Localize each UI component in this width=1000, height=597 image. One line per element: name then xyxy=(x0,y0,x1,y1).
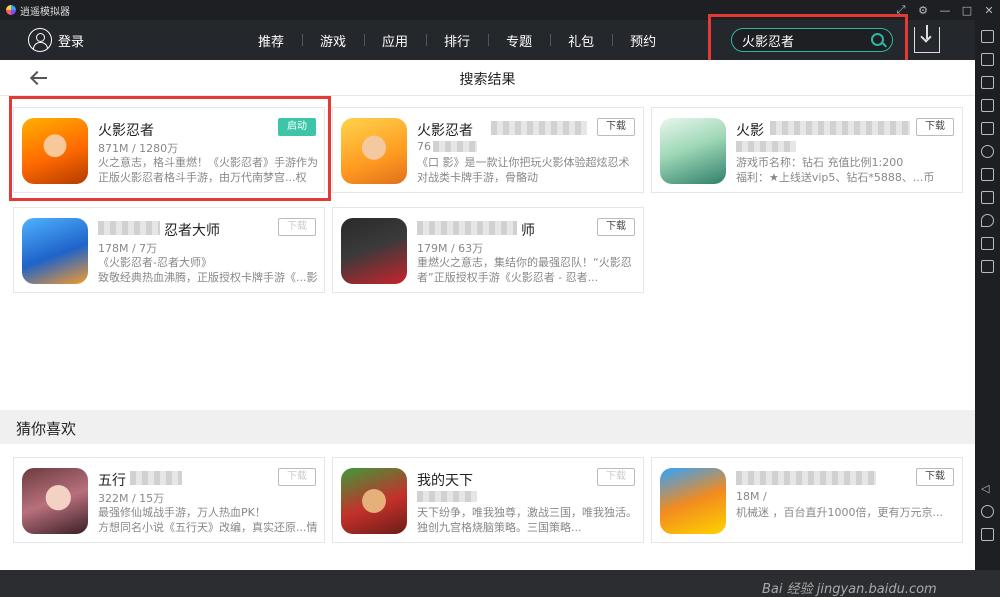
app-meta: 18M / xyxy=(736,490,767,503)
nav-tab[interactable]: 排行 xyxy=(426,31,488,50)
window-title: 逍遥模拟器 xyxy=(20,6,70,18)
login-label: 登录 xyxy=(58,34,85,50)
download-button[interactable]: 下载 xyxy=(597,218,635,236)
app-meta: 179M / 63万 xyxy=(417,242,484,255)
app-icon xyxy=(22,118,88,184)
app-icon xyxy=(341,118,407,184)
location-icon[interactable] xyxy=(981,214,994,227)
nav-tab[interactable]: 专题 xyxy=(488,31,550,50)
minimize-icon[interactable]: — xyxy=(934,4,956,17)
blurred-region xyxy=(736,471,876,485)
search-icon[interactable] xyxy=(871,33,884,46)
app-description: 重燃火之意志，集结你的最强忍队！“火影忍者”正版授权手游《火影忍者 - 忍者..… xyxy=(417,256,632,284)
download-button[interactable]: 下载 xyxy=(597,118,635,136)
maximize-icon[interactable]: □ xyxy=(956,4,978,17)
app-icon xyxy=(660,118,726,184)
app-logo-icon xyxy=(6,5,16,15)
app-icon xyxy=(341,218,407,284)
search-input[interactable] xyxy=(742,32,862,48)
app-icon xyxy=(660,468,726,534)
blurred-region xyxy=(736,141,796,152)
nav-tab[interactable]: 应用 xyxy=(364,31,426,50)
grid-icon[interactable] xyxy=(981,53,994,66)
nav-tab[interactable]: 预约 xyxy=(612,31,674,50)
nav-tabs: 推荐 游戏 应用 排行 专题 礼包 预约 xyxy=(240,20,674,60)
app-meta: 76 xyxy=(417,140,431,153)
volume-up-icon[interactable] xyxy=(981,168,994,181)
blurred-region xyxy=(417,221,517,235)
blurred-region xyxy=(98,221,160,235)
app-meta: 871M / 1280万 xyxy=(98,142,179,155)
close-icon[interactable]: ✕ xyxy=(978,4,1000,17)
download-button[interactable]: 下载 xyxy=(278,468,316,486)
app-description: 《口 影》是一款让你把玩火影体验超炫忍术 对战类卡牌手游，骨骼动 xyxy=(417,156,630,184)
recommend-section-header: 猜你喜欢 xyxy=(0,410,975,444)
sync-icon[interactable] xyxy=(981,99,994,112)
result-card[interactable]: 火影忍者 76 《口 影》是一款让你把玩火影体验超炫忍术 对战类卡牌手游，骨骼动… xyxy=(332,107,644,193)
app-icon xyxy=(341,468,407,534)
app-name: 我的天下 xyxy=(417,473,473,489)
folder-icon[interactable] xyxy=(981,237,994,250)
page-title: 搜索结果 xyxy=(459,72,516,88)
blurred-region xyxy=(433,141,477,152)
app-description: 游戏币名称：钻石 充值比例1:200 福利：★上线送vip5、钻石*5888、.… xyxy=(736,156,935,184)
nav-tab[interactable]: 推荐 xyxy=(240,31,302,50)
app-description: 机械迷 ，百台直升1000倍，更有万元京... xyxy=(736,506,943,519)
download-button[interactable]: 下载 xyxy=(597,468,635,486)
app-meta: 178M / 7万 xyxy=(98,242,158,255)
recent-apps-icon[interactable] xyxy=(981,528,994,541)
nav-tab[interactable]: 礼包 xyxy=(550,31,612,50)
gear-icon[interactable] xyxy=(981,145,994,158)
section-title: 猜你喜欢 xyxy=(16,420,77,438)
app-icon xyxy=(22,218,88,284)
user-avatar-icon xyxy=(28,28,52,52)
nav-tab[interactable]: 游戏 xyxy=(302,31,364,50)
top-navigation: 登录 推荐 游戏 应用 排行 专题 礼包 预约 xyxy=(0,20,975,60)
blurred-region xyxy=(491,121,587,135)
recommend-card[interactable]: 18M / 机械迷 ，百台直升1000倍，更有万元京... 下载 xyxy=(651,457,963,543)
app-name: 火影忍者 xyxy=(98,123,154,139)
login-button[interactable]: 登录 xyxy=(28,28,128,52)
download-button[interactable]: 下载 xyxy=(916,118,954,136)
title-bar: 逍遥模拟器 ⤢ ⚙ — □ ✕ xyxy=(0,0,1000,20)
download-manager-icon[interactable] xyxy=(914,25,940,53)
right-toolbar: ◁ xyxy=(975,20,1000,570)
result-card[interactable]: 师 179M / 63万 重燃火之意志，集结你的最强忍队！“火影忍者”正版授权手… xyxy=(332,207,644,293)
keyboard-icon[interactable] xyxy=(981,30,994,43)
search-box[interactable] xyxy=(731,28,893,52)
app-description: 天下纷争，唯我独尊，激战三国，唯我独活。独创九宫格烧脑策略。三国策略... xyxy=(417,506,637,534)
fullscreen-icon[interactable]: ⤢ xyxy=(890,3,912,17)
recommend-card[interactable]: 我的天下 天下纷争，唯我独尊，激战三国，唯我独活。独创九宫格烧脑策略。三国策略.… xyxy=(332,457,644,543)
back-nav-icon[interactable]: ◁ xyxy=(981,482,994,495)
result-card[interactable]: 火影忍者 871M / 1280万 火之意志，格斗重燃！《火影忍者》手游作为正版… xyxy=(13,107,325,193)
app-description: 最强修仙城战手游，万人热血PK！ 方想同名小说《五行天》改编，真实还原...情 xyxy=(98,506,318,534)
download-button[interactable]: 下载 xyxy=(278,218,316,236)
app-description: 火之意志，格斗重燃！《火影忍者》手游作为正版火影忍者格斗手游，由万代南梦宫...… xyxy=(98,156,318,184)
app-name: 五行 xyxy=(98,473,126,489)
main-content: 搜索结果 火影忍者 871M / 1280万 火之意志，格斗重燃！《火影忍者》手… xyxy=(0,60,975,597)
settings-icon[interactable]: ⚙ xyxy=(912,4,934,17)
emulator-window: 逍遥模拟器 ⤢ ⚙ — □ ✕ 登录 推荐 游戏 应用 排行 专题 礼包 预约 xyxy=(0,0,1000,597)
blurred-region xyxy=(130,471,182,485)
app-icon xyxy=(22,468,88,534)
recommend-card[interactable]: 五行 322M / 15万 最强修仙城战手游，万人热血PK！ 方想同名小说《五行… xyxy=(13,457,325,543)
watermark: Bai 经验 jingyan.baidu.com xyxy=(762,582,937,597)
result-card[interactable]: 忍者大师 178M / 7万 《火影忍者-忍者大师》 致敬经典热血沸腾，正版授权… xyxy=(13,207,325,293)
home-nav-icon[interactable] xyxy=(981,505,994,518)
app-meta: 322M / 15万 xyxy=(98,492,165,505)
blurred-region xyxy=(770,121,910,135)
app-description: 《火影忍者-忍者大师》 致敬经典热血沸腾，正版授权卡牌手游《...影 xyxy=(98,256,318,284)
launch-button[interactable]: 启动 xyxy=(278,118,316,136)
download-button[interactable]: 下载 xyxy=(916,468,954,486)
screen-icon[interactable] xyxy=(981,122,994,135)
volume-down-icon[interactable] xyxy=(981,191,994,204)
subheader: 搜索结果 xyxy=(0,60,975,96)
more-icon[interactable] xyxy=(981,260,994,273)
video-icon[interactable] xyxy=(981,76,994,89)
result-card[interactable]: 火影 游戏币名称：钻石 充值比例1:200 福利：★上线送vip5、钻石*588… xyxy=(651,107,963,193)
blurred-region xyxy=(417,491,477,502)
